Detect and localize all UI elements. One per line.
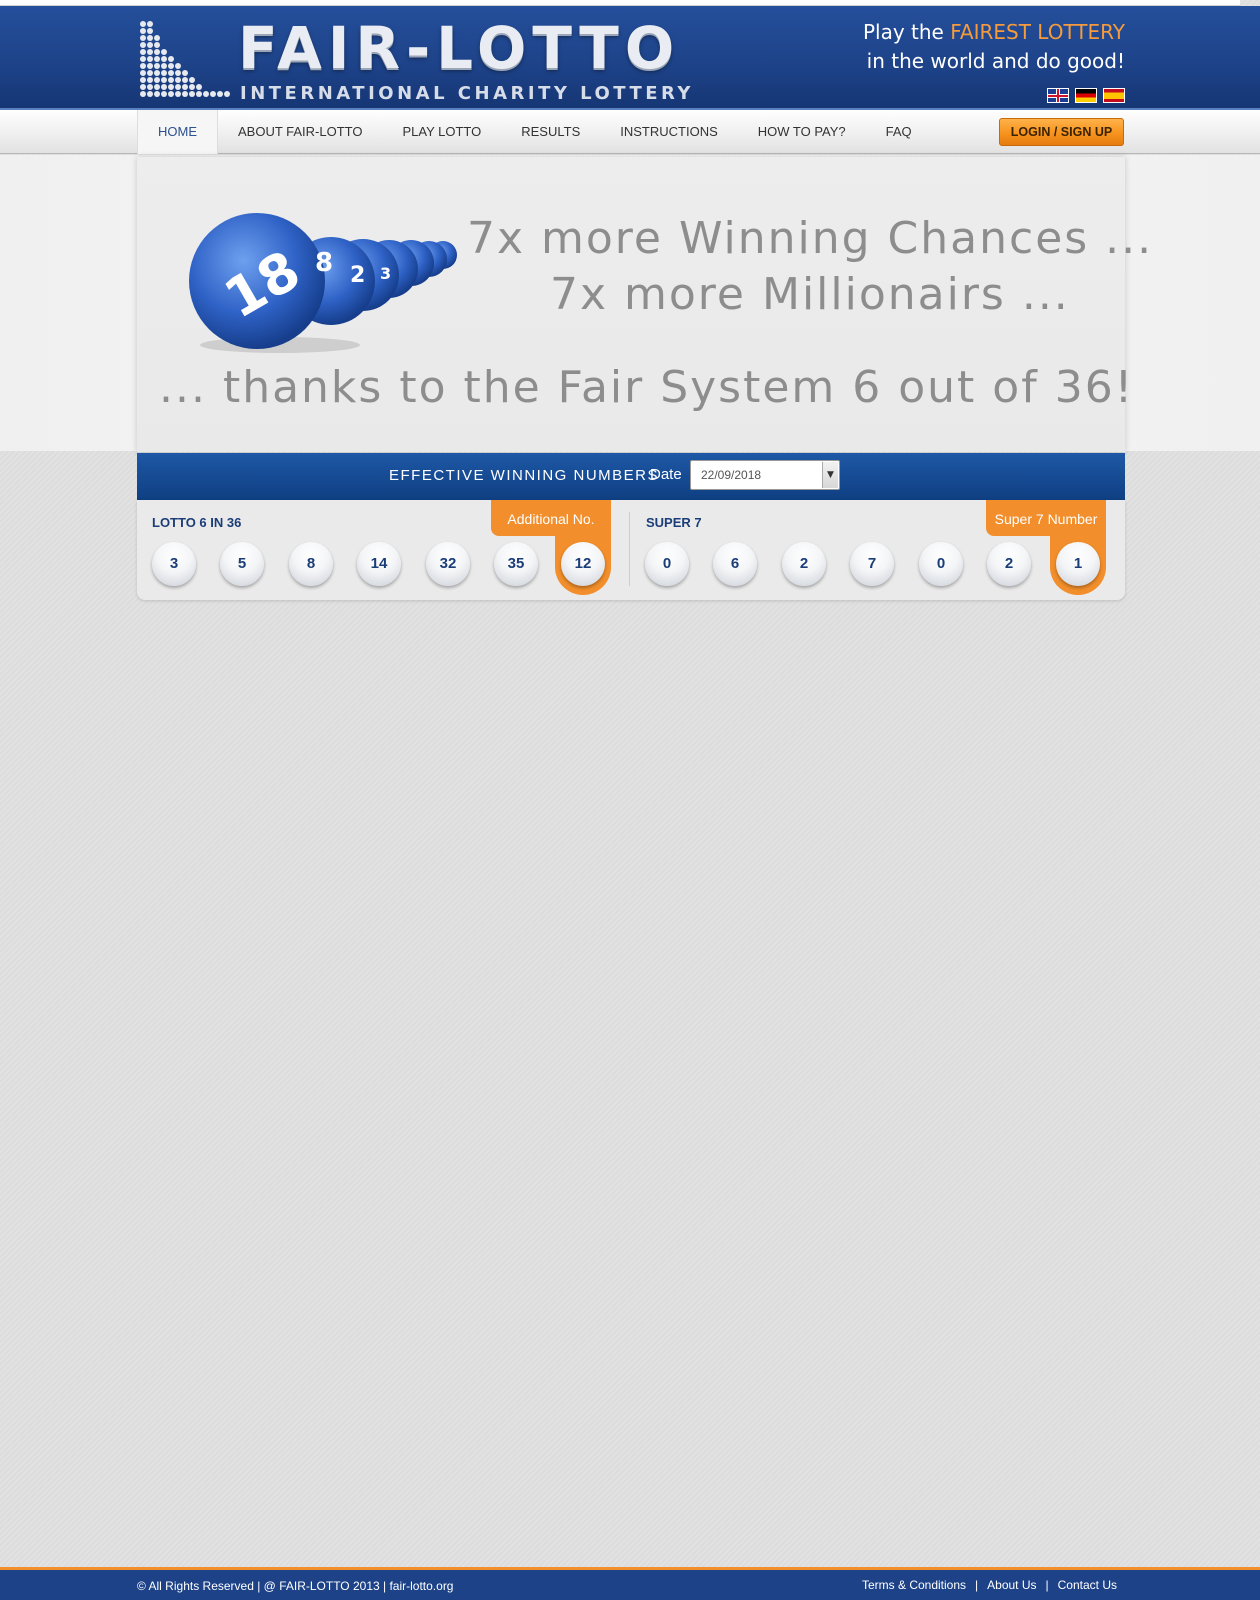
nav-play-lotto[interactable]: PLAY LOTTO: [382, 110, 501, 154]
nav-about[interactable]: ABOUT FAIR-LOTTO: [218, 110, 382, 154]
results-panel: LOTTO 6 IN 36 Additional No. 3 5 8 14 32…: [137, 500, 1125, 600]
super7-ball: 6: [713, 542, 757, 586]
lotto-ball: 8: [289, 542, 333, 586]
site-footer: © All Rights Reserved | @ FAIR-LOTTO 201…: [0, 1567, 1260, 1600]
nav-instructions[interactable]: INSTRUCTIONS: [600, 110, 738, 154]
super7-ball: 2: [782, 542, 826, 586]
winning-numbers-title: EFFECTIVE WINNING NUMBERS: [389, 467, 660, 484]
svg-text:3: 3: [380, 264, 391, 283]
date-label: Date: [650, 466, 682, 483]
nav-home[interactable]: HOME: [137, 110, 218, 154]
contact-us-link[interactable]: Contact Us: [1058, 1578, 1117, 1592]
copyright-text: © All Rights Reserved | @ FAIR-LOTTO 201…: [137, 1579, 454, 1593]
section-divider: [629, 512, 630, 586]
login-signup-button[interactable]: LOGIN / SIGN UP: [999, 118, 1124, 146]
lotto-ball: 14: [357, 542, 401, 586]
lotto-ball: 32: [426, 542, 470, 586]
nav-faq[interactable]: FAQ: [866, 110, 932, 154]
site-header: FAIR-LOTTO INTERNATIONAL CHARITY LOTTERY…: [0, 6, 1260, 110]
svg-text:2: 2: [350, 263, 365, 288]
footer-separator: |: [975, 1578, 979, 1592]
footer-separator: |: [1045, 1578, 1049, 1592]
chevron-down-icon[interactable]: ▼: [822, 462, 838, 488]
hero-banner[interactable]: 18 8 2 3 7x more Winning Chances ... 7x …: [137, 157, 1151, 452]
footer-links: Terms & Conditions | About Us | Contact …: [862, 1578, 1117, 1592]
tagline-prefix: Play the: [862, 20, 951, 44]
logo-icon[interactable]: [139, 20, 231, 102]
language-flags: [1047, 88, 1125, 103]
headline-millionairs: 7x more Millionairs ...: [550, 269, 1070, 320]
headline-chances: 7x more Winning Chances ...: [467, 213, 1154, 264]
additional-number-ball: 12: [561, 542, 605, 586]
svg-text:8: 8: [315, 248, 333, 278]
super7-ball: 7: [850, 542, 894, 586]
germany-flag-icon[interactable]: [1075, 88, 1097, 103]
uk-flag-icon[interactable]: [1047, 88, 1069, 103]
winning-numbers-bar: EFFECTIVE WINNING NUMBERS Date 22/09/201…: [137, 453, 1125, 500]
super7-ball: 0: [919, 542, 963, 586]
terms-link[interactable]: Terms & Conditions: [862, 1578, 966, 1592]
lottery-balls-image: 18 8 2 3: [189, 213, 457, 353]
tagline-highlight: FAIREST LOTTERY: [950, 20, 1125, 44]
nav-how-to-pay[interactable]: HOW TO PAY?: [738, 110, 866, 154]
lotto-ball: 35: [494, 542, 538, 586]
about-us-link[interactable]: About Us: [987, 1578, 1036, 1592]
super7-ball: 2: [987, 542, 1031, 586]
date-select[interactable]: 22/09/2018 ▼: [690, 460, 840, 490]
super7-ball: 0: [645, 542, 689, 586]
super7-number-ball: 1: [1056, 542, 1100, 586]
lotto-ball: 5: [220, 542, 264, 586]
spain-flag-icon[interactable]: [1103, 88, 1125, 103]
tagline-line2: in the world and do good!: [866, 49, 1125, 73]
logo-subtitle: INTERNATIONAL CHARITY LOTTERY: [240, 83, 694, 104]
lotto-label: LOTTO 6 IN 36: [152, 515, 242, 530]
headline-fair-system: ... thanks to the Fair System 6 out of 3…: [159, 362, 1135, 413]
date-value: 22/09/2018: [701, 468, 762, 482]
super7-label: SUPER 7: [646, 515, 702, 530]
logo-title[interactable]: FAIR-LOTTO: [238, 14, 680, 82]
main-nav: HOME ABOUT FAIR-LOTTO PLAY LOTTO RESULTS…: [0, 110, 1260, 154]
tagline: Play the FAIREST LOTTERY in the world an…: [863, 18, 1125, 76]
lotto-ball: 3: [152, 542, 196, 586]
nav-results[interactable]: RESULTS: [501, 110, 600, 154]
nav-items: HOME ABOUT FAIR-LOTTO PLAY LOTTO RESULTS…: [137, 110, 932, 154]
